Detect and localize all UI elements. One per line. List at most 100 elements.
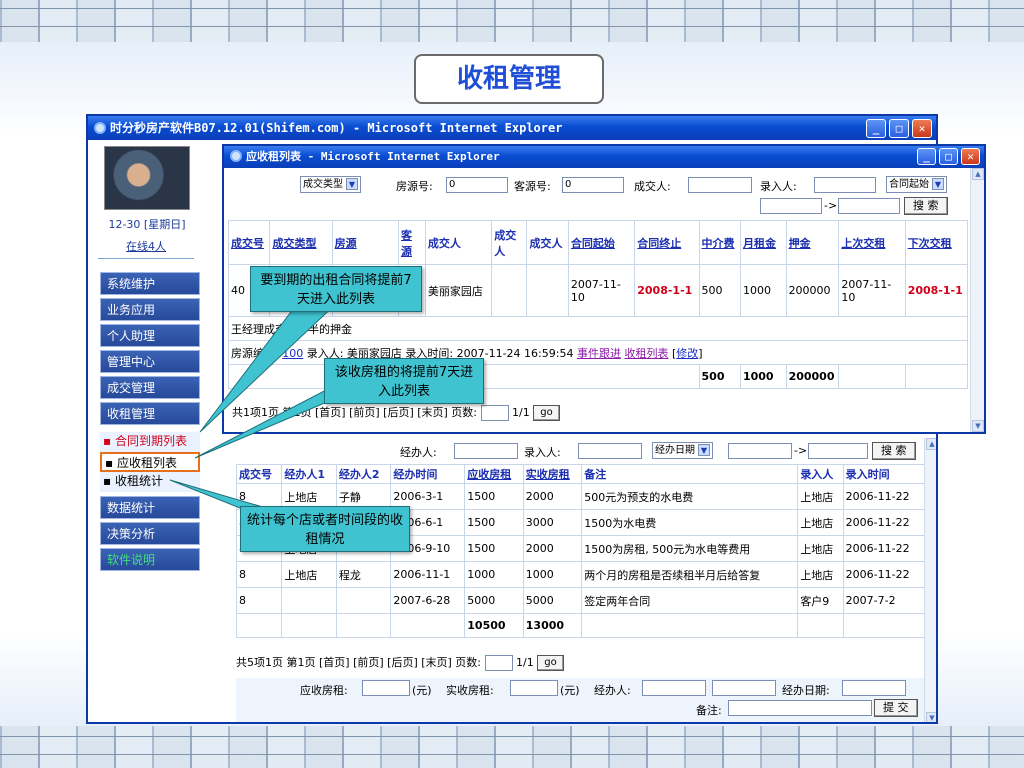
deal-person-input[interactable] <box>688 177 752 193</box>
col-header-sortable[interactable]: 实收房租 <box>522 464 583 484</box>
cell: 上地店 <box>797 483 844 510</box>
cell: 客户9 <box>797 587 844 614</box>
house-id-link[interactable]: 100 <box>282 347 303 360</box>
menu-system[interactable]: 系统维护 <box>100 272 200 295</box>
contract-date-select[interactable]: 合同起始 ▼ <box>886 176 947 193</box>
lower-search-button[interactable]: 搜 索 <box>872 442 916 460</box>
pager-text[interactable]: 共1项1页 第1页 [首页] [前页] [后页] [末页] 页数: <box>232 406 477 419</box>
submit-button[interactable]: 提 交 <box>874 699 918 717</box>
date-form-input[interactable] <box>842 680 906 696</box>
cell <box>335 587 392 614</box>
callout-rent-stats: 统计每个店或者时间段的收租情况 <box>240 506 410 552</box>
online-users-link[interactable]: 在线4人 <box>98 238 194 259</box>
date-to-input[interactable] <box>838 198 900 214</box>
date-form-label: 经办日期: <box>782 684 830 697</box>
col-header-sortable[interactable]: 下次交租 <box>904 220 969 265</box>
close-button[interactable]: ✕ <box>961 148 980 165</box>
menu-deals[interactable]: 成交管理 <box>100 376 200 399</box>
pager-text[interactable]: 共5项1页 第1页 [首页] [前页] [后页] [末页] 页数: <box>236 656 481 669</box>
rent-paid-input[interactable] <box>510 680 558 696</box>
col-header-sortable[interactable]: 合同起始 <box>567 220 636 265</box>
house-id-label: 房源编号: <box>231 346 279 360</box>
menu-software-info[interactable]: 软件说明 <box>100 548 200 571</box>
menu-personal[interactable]: 个人助理 <box>100 324 200 347</box>
entry-person-input[interactable] <box>814 177 876 193</box>
menu-rent[interactable]: 收租管理 <box>100 402 200 425</box>
cell: 1500 <box>464 535 524 562</box>
deal-type-select[interactable]: 成交类型 ▼ <box>300 176 361 193</box>
col-header-sortable[interactable]: 应收房租 <box>464 464 524 484</box>
inner-scrollbar[interactable]: ▲ ▼ <box>970 168 984 432</box>
col-header-sortable[interactable]: 上次交租 <box>838 220 906 265</box>
cell: 2006-11-1 <box>390 561 466 588</box>
lower-pager: 共5项1页 第1页 [首页] [前页] [后页] [末页] 页数: 1/1 go <box>236 654 564 671</box>
table-row[interactable]: 8 2007-6-28 5000 5000 签定两年合同 客户9 2007-7-2 <box>235 587 927 614</box>
note-line-1: 王经理成交了一半的押金 <box>228 316 968 341</box>
menu-data-stats[interactable]: 数据统计 <box>100 496 200 519</box>
cell-end: 2008-1-1 <box>634 264 700 317</box>
col-header-sortable[interactable]: 押金 <box>785 220 840 265</box>
cell: 上地店 <box>797 509 844 536</box>
total-rent: 1000 <box>739 364 787 389</box>
sub-rent-stats[interactable]: ▪ 收租统计 <box>100 472 200 492</box>
bottom-decoration-band <box>0 726 1024 768</box>
date-type-select[interactable]: 经办日期 ▼ <box>652 442 713 459</box>
close-button[interactable]: ✕ <box>912 119 932 138</box>
date-to-input[interactable] <box>808 443 868 459</box>
menu-decision[interactable]: 决策分析 <box>100 522 200 545</box>
minimize-button[interactable]: _ <box>866 119 886 138</box>
go-button[interactable]: go <box>533 405 560 421</box>
note-input[interactable] <box>728 700 872 716</box>
page-input[interactable] <box>480 405 509 421</box>
inner-title-bar[interactable]: 应收租列表 - Microsoft Internet Explorer _ □ … <box>224 146 984 168</box>
cell: 1500 <box>464 509 524 536</box>
col-header: 经办人1 <box>281 464 337 484</box>
entry-input[interactable] <box>578 443 642 459</box>
handler2-form-input[interactable] <box>712 680 776 696</box>
maximize-button[interactable]: □ <box>889 119 909 138</box>
follow-up-link[interactable]: 事件跟进 <box>577 347 621 360</box>
col-header-sortable[interactable]: 月租金 <box>739 220 787 265</box>
sub-rent-due-list[interactable]: ▪ 应收租列表 <box>100 452 200 472</box>
cell: 上地店 <box>281 561 337 588</box>
maximize-button[interactable]: □ <box>939 148 958 165</box>
cell: 2007-7-2 <box>842 587 927 614</box>
cell: 5000 <box>464 587 524 614</box>
col-header-sortable[interactable]: 房源 <box>331 220 399 265</box>
col-header-sortable[interactable]: 中介费 <box>698 220 741 265</box>
house-no-input[interactable]: 0 <box>446 177 508 193</box>
menu-management[interactable]: 管理中心 <box>100 350 200 373</box>
go-button[interactable]: go <box>537 655 564 671</box>
date-from-input[interactable] <box>728 443 792 459</box>
minimize-button[interactable]: _ <box>917 148 936 165</box>
col-header-sortable[interactable]: 成交类型 <box>269 220 333 265</box>
handler-input[interactable] <box>454 443 518 459</box>
rent-list-link[interactable]: 收租列表 <box>624 347 668 360</box>
handler-form-input[interactable] <box>642 680 706 696</box>
sub-contract-expiry[interactable]: ▪ 合同到期列表 <box>100 432 200 452</box>
rent-due-input[interactable] <box>362 680 410 696</box>
total-due: 10500 <box>464 613 524 638</box>
page-input[interactable] <box>484 655 513 671</box>
lower-scrollbar[interactable]: ▲ ▼ <box>924 438 936 722</box>
ie-icon <box>230 150 242 162</box>
cell: 1500 <box>464 483 524 510</box>
callout-rent-due: 该收房租的将提前7天进入此列表 <box>324 358 484 404</box>
handshake-photo <box>104 146 190 210</box>
col-header-sortable[interactable]: 客源 <box>397 220 426 265</box>
inner-filter-bar: 成交类型 ▼ 房源号: 0 客源号: 0 成交人: 录入人: 合同起始 ▼ -> 搜… <box>224 174 968 218</box>
col-header: 成交人 <box>491 220 528 265</box>
menu-business[interactable]: 业务应用 <box>100 298 200 321</box>
outer-title-bar[interactable]: 时分秒房产软件B07.12.01(Shifem.com) - Microsoft… <box>88 116 936 140</box>
inner-search-button[interactable]: 搜 索 <box>904 197 948 215</box>
inner-pager: 共1项1页 第1页 [首页] [前页] [后页] [末页] 页数: 1/1 go <box>232 404 560 421</box>
col-header-sortable[interactable]: 合同终止 <box>634 220 700 265</box>
table-row[interactable]: 8 上地店 程龙 2006-11-1 1000 1000 两个月的房租是否续租半月后给答复上… <box>235 561 927 588</box>
client-no-input[interactable]: 0 <box>562 177 624 193</box>
date-from-input[interactable] <box>760 198 822 214</box>
edit-link[interactable]: 修改 <box>676 347 698 360</box>
unit-label: (元) <box>560 684 580 697</box>
cell-last: 2007-11-10 <box>838 264 906 317</box>
cell: 上地店 <box>797 535 844 562</box>
col-header-sortable[interactable]: 成交号 <box>227 220 271 265</box>
